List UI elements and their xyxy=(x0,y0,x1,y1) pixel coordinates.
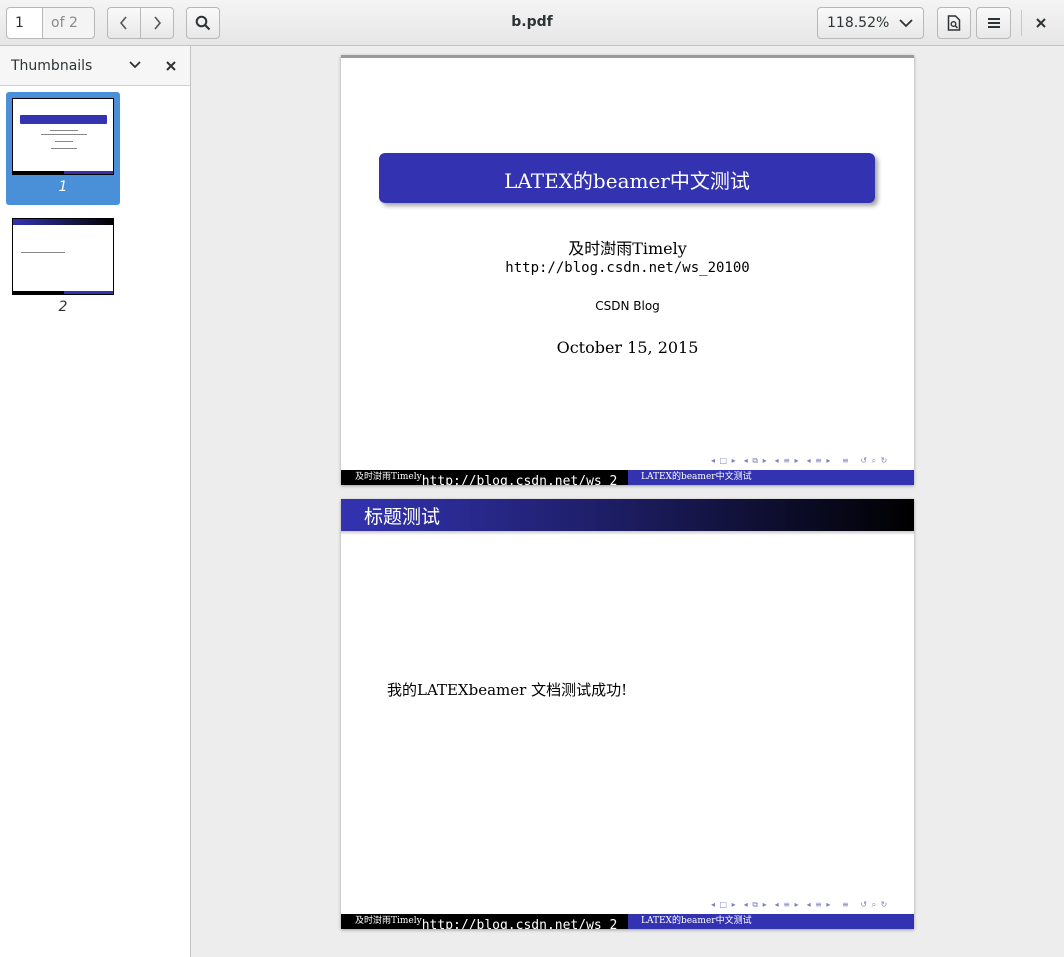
footer-url: http://blog.csdn.net/ws_2 xyxy=(421,474,618,485)
thumbnail-label: 2 xyxy=(58,299,68,315)
search-button[interactable] xyxy=(186,7,220,39)
hamburger-menu-icon xyxy=(987,18,1000,28)
sidebar: Thumbnails 1 2 xyxy=(0,46,191,957)
previous-page-button[interactable] xyxy=(107,7,141,39)
next-page-button[interactable] xyxy=(140,7,174,39)
menu-button[interactable] xyxy=(976,7,1011,39)
beamer-navigation-icon: ◂ □ ▸ ◂ ⧉ ▸ ◂ ≡ ▸ ◂ ≡ ▸ ≡ ↺ ⌕ ↻ xyxy=(711,456,889,465)
close-sidebar-icon[interactable] xyxy=(165,60,177,72)
close-icon xyxy=(1036,18,1046,28)
footer-author: 及时澍雨Timely xyxy=(355,916,422,926)
slide-title-block: LATEX的beamer中文测试 xyxy=(379,153,875,203)
slide-footer: 及时澍雨Timelyhttp://blog.csdn.net/ws_2 LATE… xyxy=(341,914,914,929)
thumbnail-page-1[interactable]: 1 xyxy=(6,92,120,205)
page-count-label: of 2 xyxy=(42,7,95,39)
frame-title-bar: 标题测试 xyxy=(341,499,914,531)
pdf-page-1: LATEX的beamer中文测试 及时澍雨Timely http://blog.… xyxy=(341,55,914,485)
slide-date: October 15, 2015 xyxy=(556,338,699,357)
sidebar-title[interactable]: Thumbnails xyxy=(11,58,92,74)
header-bar: 1 of 2 b.pdf 118.52% xyxy=(0,0,1064,46)
search-icon xyxy=(195,15,211,31)
document-search-icon xyxy=(947,15,961,31)
zoom-select[interactable]: 118.52% xyxy=(817,7,924,39)
sidebar-header: Thumbnails xyxy=(0,46,190,86)
page-number-input[interactable]: 1 xyxy=(6,7,42,39)
zoom-value: 118.52% xyxy=(827,15,890,31)
slide-url: http://blog.csdn.net/ws_20100 xyxy=(505,260,750,276)
slide-body-text: 我的LATEXbeamer 文档测试成功! xyxy=(387,681,628,699)
slide-title: LATEX的beamer中文测试 xyxy=(504,169,750,193)
frame-title-shadow xyxy=(341,531,914,535)
thumbnail-image xyxy=(12,218,114,295)
chevron-down-icon xyxy=(899,19,913,28)
thumbnail-image xyxy=(12,98,114,175)
chevron-down-icon[interactable] xyxy=(128,60,142,70)
footer-title: LATEX的beamer中文测试 xyxy=(628,914,914,929)
chevron-left-icon xyxy=(119,16,127,30)
page-top-rule xyxy=(341,55,914,58)
footer-url: http://blog.csdn.net/ws_2 xyxy=(421,918,618,929)
pdf-page-2: 标题测试 我的LATEXbeamer 文档测试成功! ◂ □ ▸ ◂ ⧉ ▸ ◂… xyxy=(341,499,914,929)
footer-title: LATEX的beamer中文测试 xyxy=(628,470,914,485)
footer-left: 及时澍雨Timelyhttp://blog.csdn.net/ws_2 xyxy=(341,914,628,929)
slide-institute: CSDN Blog xyxy=(595,299,660,313)
chevron-right-icon xyxy=(154,16,162,30)
slide-footer: 及时澍雨Timelyhttp://blog.csdn.net/ws_2 LATE… xyxy=(341,470,914,485)
thumbnail-page-2[interactable]: 2 xyxy=(6,212,120,325)
footer-author: 及时澍雨Timely xyxy=(355,472,422,482)
close-window-button[interactable] xyxy=(1024,7,1058,39)
slide-author: 及时澍雨Timely xyxy=(568,239,687,258)
footer-left: 及时澍雨Timelyhttp://blog.csdn.net/ws_2 xyxy=(341,470,628,485)
annotations-button[interactable] xyxy=(937,7,971,39)
toolbar-separator xyxy=(1021,10,1022,36)
frame-title: 标题测试 xyxy=(364,506,441,528)
beamer-navigation-icon: ◂ □ ▸ ◂ ⧉ ▸ ◂ ≡ ▸ ◂ ≡ ▸ ≡ ↺ ⌕ ↻ xyxy=(711,900,889,909)
thumbnail-label: 1 xyxy=(58,179,68,195)
